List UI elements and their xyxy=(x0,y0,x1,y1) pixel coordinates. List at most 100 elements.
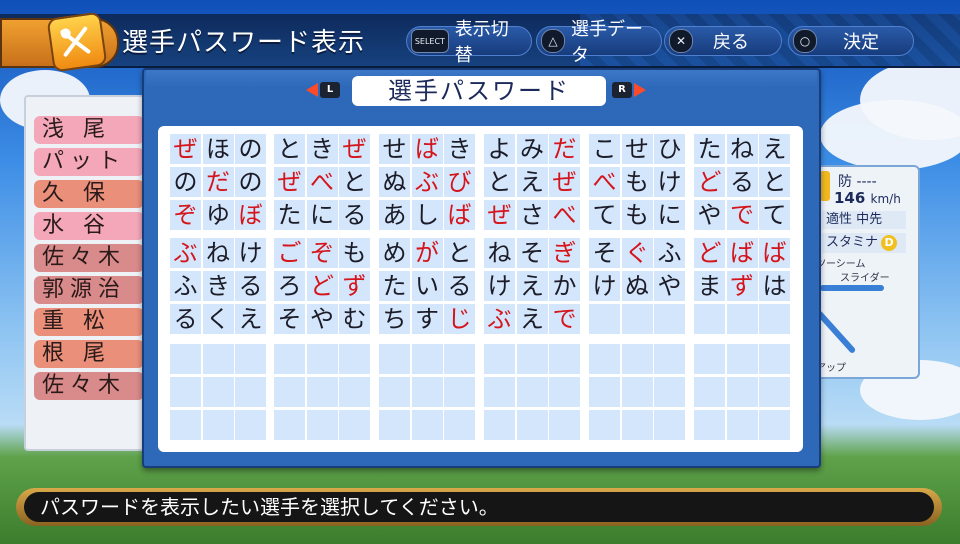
player-list-item[interactable]: 佐々木 xyxy=(34,244,144,272)
password-char-cell: ち xyxy=(379,304,410,334)
password-char-cell: ば xyxy=(411,134,443,164)
password-empty-cell xyxy=(516,377,548,407)
password-empty-cell xyxy=(235,410,266,440)
password-char-cell: や xyxy=(694,200,725,230)
player-list-item[interactable]: パット xyxy=(34,148,144,176)
back-control[interactable]: ✕ 戻る xyxy=(664,26,782,56)
password-char-cell: こ xyxy=(589,134,620,164)
password-empty-cell xyxy=(759,304,790,334)
password-empty-cell xyxy=(411,410,443,440)
toggle-display-control[interactable]: SELECT 表示切替 xyxy=(406,19,532,66)
password-char-cell: み xyxy=(516,134,548,164)
password-char-cell: や xyxy=(306,304,338,334)
prev-page-control[interactable]: L xyxy=(306,82,340,98)
player-list-item[interactable]: 水 谷 xyxy=(34,212,144,240)
player-list-item[interactable]: 郭源治 xyxy=(34,276,144,304)
password-char-cell: る xyxy=(339,200,370,230)
password-char-cell: ぬ xyxy=(379,167,410,197)
password-empty-cell xyxy=(549,344,580,374)
dialog-title: 選手パスワード xyxy=(352,76,606,106)
player-list-item[interactable]: 佐々木 xyxy=(34,372,144,400)
password-char-cell: べ xyxy=(589,167,620,197)
password-char-cell: え xyxy=(235,304,266,334)
password-char-cell: え xyxy=(759,134,790,164)
player-list-item[interactable]: 浅 尾 xyxy=(34,116,144,144)
speed-unit: km/h xyxy=(870,192,901,206)
password-char-cell: ぶ xyxy=(170,238,201,268)
password-menu-icon xyxy=(46,11,108,73)
password-empty-cell xyxy=(516,344,548,374)
password-char-cell: ほ xyxy=(202,134,234,164)
password-empty-cell xyxy=(339,344,370,374)
aptitude-label: 適性 xyxy=(826,212,853,227)
password-char-cell: け xyxy=(654,167,685,197)
password-char-cell: て xyxy=(589,200,620,230)
password-char-cell: そ xyxy=(274,304,305,334)
speed-readout: 146 km/h xyxy=(834,189,901,207)
password-empty-cell xyxy=(694,377,725,407)
player-data-control[interactable]: △ 選手データ xyxy=(536,19,662,66)
password-char-cell: い xyxy=(411,271,443,301)
password-char-cell: も xyxy=(339,238,370,268)
password-char-cell: む xyxy=(339,304,370,334)
password-char-cell: ふ xyxy=(654,238,685,268)
password-char-cell: ぜ xyxy=(339,134,370,164)
control-label: 選手データ xyxy=(571,19,643,66)
password-empty-cell xyxy=(339,377,370,407)
next-page-control[interactable]: R xyxy=(612,82,646,98)
player-list-item[interactable]: 根 尾 xyxy=(34,340,144,368)
password-empty-cell xyxy=(235,377,266,407)
password-empty-cell xyxy=(759,344,790,374)
password-empty-cell xyxy=(444,344,475,374)
password-empty-cell xyxy=(759,377,790,407)
password-char-cell: に xyxy=(306,200,338,230)
password-char-cell: で xyxy=(549,304,580,334)
password-char-cell: じ xyxy=(444,304,475,334)
password-char-cell: ぐ xyxy=(621,238,653,268)
password-char-cell: ふ xyxy=(170,271,201,301)
password-char-cell: ぜ xyxy=(274,167,305,197)
password-empty-cell xyxy=(589,304,620,334)
password-empty-cell xyxy=(726,304,758,334)
triangle-button-icon: △ xyxy=(541,29,565,53)
password-empty-cell xyxy=(621,304,653,334)
password-char-cell: ぎ xyxy=(549,238,580,268)
password-char-cell: で xyxy=(726,200,758,230)
password-empty-cell xyxy=(379,377,410,407)
password-char-cell: ぜ xyxy=(549,167,580,197)
password-char-cell: け xyxy=(235,238,266,268)
password-char-cell: め xyxy=(379,238,410,268)
password-char-cell: け xyxy=(484,271,515,301)
password-dialog xyxy=(142,68,821,468)
password-char-cell: ね xyxy=(726,134,758,164)
player-list-item[interactable]: 久 保 xyxy=(34,180,144,208)
password-empty-cell xyxy=(274,410,305,440)
password-char-cell: が xyxy=(411,238,443,268)
password-char-cell: き xyxy=(444,134,475,164)
password-char-cell: そ xyxy=(589,238,620,268)
password-char-cell: ぶ xyxy=(411,167,443,197)
password-empty-cell xyxy=(484,410,515,440)
password-empty-cell xyxy=(379,344,410,374)
password-char-cell: に xyxy=(654,200,685,230)
player-card-panel: 防 ---- 146 km/h 適性 中先 スタミナ D ツーシーム スライダー … xyxy=(812,165,920,379)
control-label: 戻る xyxy=(713,32,749,53)
password-char-cell: の xyxy=(235,167,266,197)
player-list-item[interactable]: 重 松 xyxy=(34,308,144,336)
password-char-cell: と xyxy=(484,167,515,197)
position-color-bar xyxy=(820,171,830,201)
password-empty-cell xyxy=(621,377,653,407)
stamina-row: スタミナ D xyxy=(822,233,906,253)
password-char-cell: ぞ xyxy=(306,238,338,268)
password-char-cell: と xyxy=(339,167,370,197)
confirm-control[interactable]: ○ 決定 xyxy=(788,26,914,56)
password-char-cell: は xyxy=(759,271,790,301)
password-char-cell: び xyxy=(444,167,475,197)
password-char-cell: ず xyxy=(726,271,758,301)
password-empty-cell xyxy=(339,410,370,440)
password-empty-cell xyxy=(549,410,580,440)
pitch-label: スライダー xyxy=(840,273,890,284)
password-char-cell: き xyxy=(306,134,338,164)
password-empty-cell xyxy=(516,410,548,440)
password-char-cell: け xyxy=(589,271,620,301)
